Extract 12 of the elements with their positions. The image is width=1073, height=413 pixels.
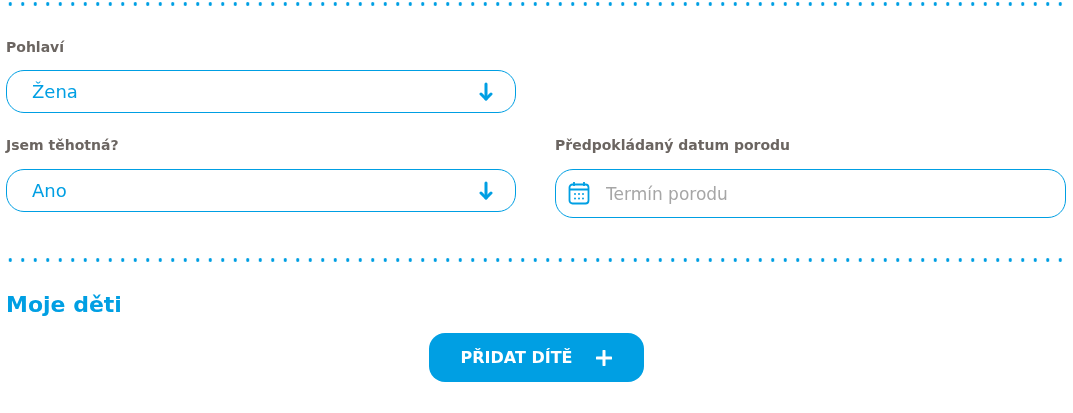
section-heading: Moje děti [6,292,122,317]
field-label: Pohlaví [6,39,65,55]
date-field[interactable]: Termín porodu [555,169,1066,218]
gender-select[interactable]: Žena [6,70,516,113]
field-label: Jsem těhotná? [6,137,120,153]
pregnancy-select[interactable]: Ano [6,169,516,212]
calendar-icon [568,181,590,205]
arrow-down-icon [479,180,493,201]
arrow-down-icon [479,81,493,102]
add-child-button[interactable]: PŘIDAT DÍTĚ [428,333,645,382]
plus-icon [596,349,613,366]
field-label: Předpokládaný datum porodu [555,137,792,153]
